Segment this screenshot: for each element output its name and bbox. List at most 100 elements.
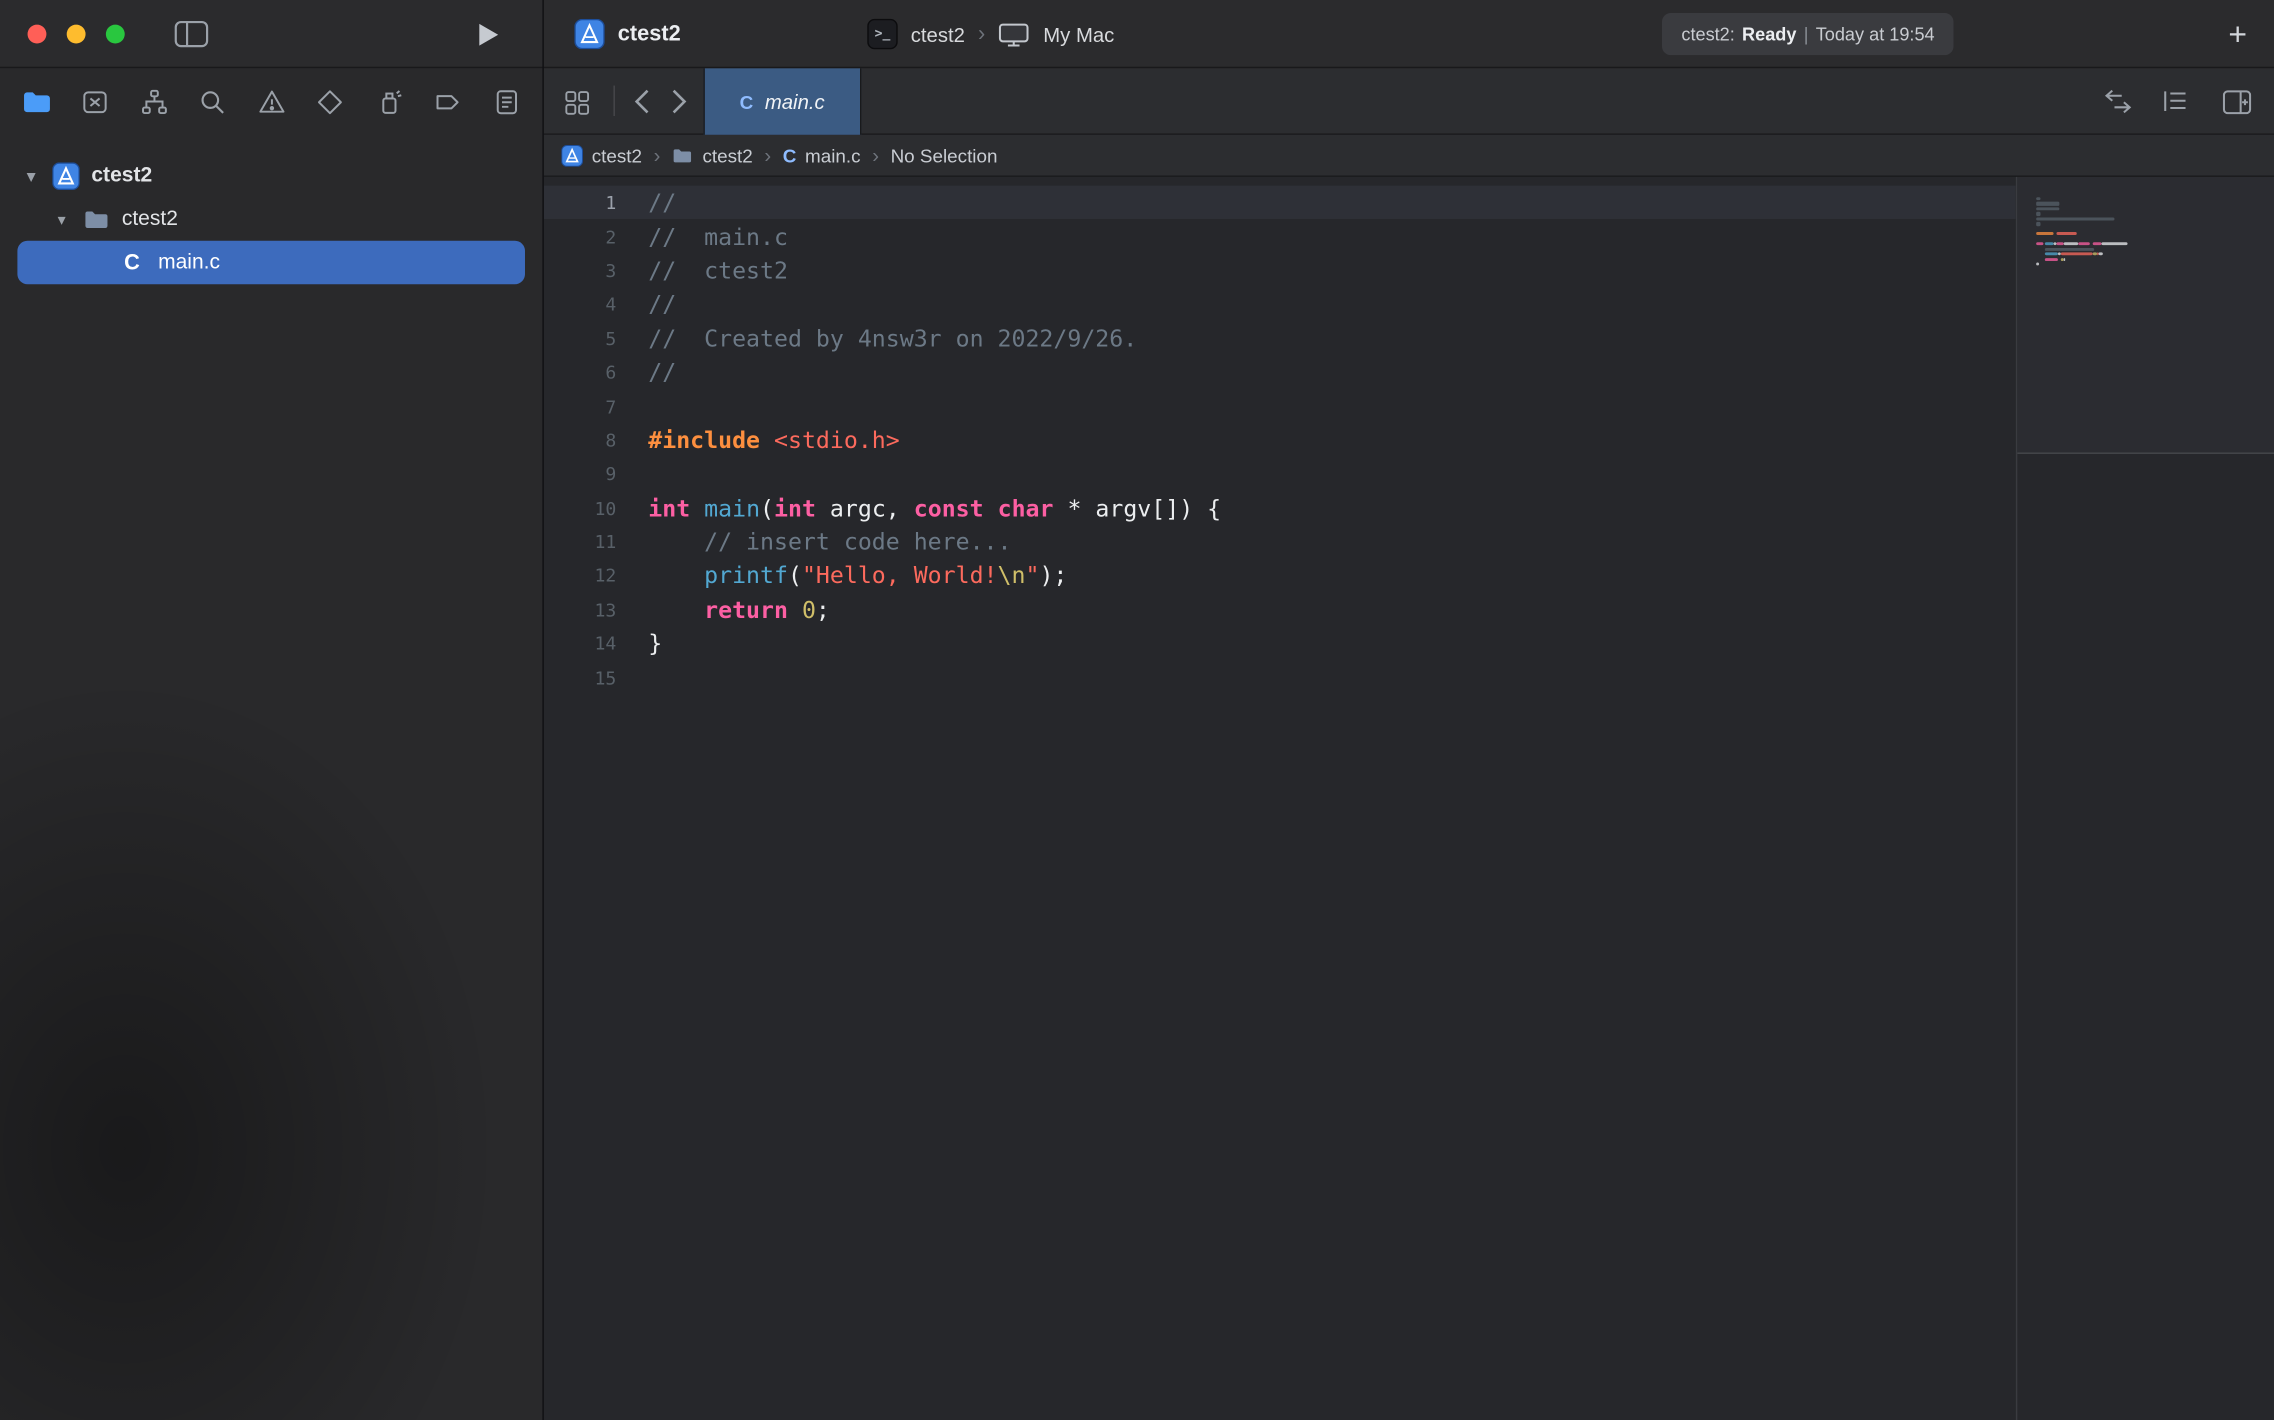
- toolbar-separator: [613, 86, 614, 116]
- play-icon: [477, 21, 500, 47]
- tree-item-label: ctest2: [91, 164, 152, 187]
- line-number: 7: [544, 395, 617, 417]
- breadcrumb-no-selection[interactable]: No Selection: [891, 144, 998, 166]
- minimize-button[interactable]: [67, 25, 86, 44]
- code-line[interactable]: 3 // ctest2: [544, 253, 2016, 287]
- code-line[interactable]: 5// Created by 4nsw3r on 2022/9/26.: [544, 321, 2016, 355]
- line-number: 10: [544, 497, 617, 519]
- tree-item-main.c[interactable]: Cmain.c: [17, 241, 525, 285]
- code-line[interactable]: 2// main.c: [544, 220, 2016, 254]
- minimap[interactable]: [2016, 177, 2274, 1420]
- toggle-navigator-button[interactable]: [173, 19, 211, 49]
- tree-item-label: ctest2: [122, 207, 178, 230]
- library-add-button[interactable]: +: [2220, 17, 2255, 52]
- code-line[interactable]: 6//: [544, 355, 2016, 389]
- status-separator: |: [1804, 24, 1809, 44]
- mac-icon: [998, 21, 1030, 47]
- breadcrumb-separator-icon: ›: [764, 144, 771, 167]
- project-app-icon: [561, 144, 583, 166]
- c-file-icon: C: [124, 250, 140, 275]
- line-number: 2: [544, 226, 617, 248]
- code-line[interactable]: 1//: [544, 186, 2016, 220]
- window-project-group: ctest2: [574, 0, 680, 68]
- disclosure-chevron-icon[interactable]: ▾: [54, 210, 70, 229]
- file-tree: ▾ ctest2 ▾ ctest2 Cmain.c: [0, 135, 542, 284]
- report-navigator-icon[interactable]: [489, 84, 524, 119]
- code-line[interactable]: 10int main(int argc, const char * argv[]…: [544, 491, 2016, 525]
- breadcrumb-ctest2[interactable]: ctest2: [561, 144, 642, 166]
- debug-navigator-icon[interactable]: [371, 84, 406, 119]
- chevron-right-icon: ›: [978, 22, 985, 47]
- issue-navigator-icon[interactable]: [254, 84, 289, 119]
- status-time: Today at 19:54: [1816, 24, 1935, 44]
- project-app-icon: [574, 19, 604, 49]
- code-line[interactable]: 7: [544, 389, 2016, 423]
- run-destination[interactable]: My Mac: [1043, 22, 1114, 45]
- navigator-sidebar: ▾ ctest2 ▾ ctest2 Cmain.c: [0, 68, 542, 1420]
- breadcrumb-separator-icon: ›: [872, 144, 879, 167]
- xcode-window: ctest2 >_ ctest2 › My Mac ctest2: Ready …: [0, 0, 2274, 1420]
- run-button[interactable]: [473, 19, 505, 49]
- tab-label: main.c: [765, 90, 825, 113]
- tree-item-ctest2[interactable]: ▾ ctest2: [0, 154, 542, 198]
- line-number: 3: [544, 260, 617, 282]
- add-editor-icon[interactable]: [2219, 84, 2254, 119]
- window-title: ctest2: [618, 22, 681, 47]
- zoom-button[interactable]: [106, 25, 125, 44]
- code-line[interactable]: 8#include <stdio.h>: [544, 423, 2016, 457]
- c-file-icon: C: [740, 91, 754, 113]
- project-navigator-icon[interactable]: [19, 84, 54, 119]
- disclosure-chevron-icon[interactable]: ▾: [23, 166, 39, 185]
- navigator-tab-bar: [0, 68, 542, 135]
- c-file-icon: C: [783, 144, 797, 166]
- breakpoint-navigator-icon[interactable]: [430, 84, 465, 119]
- source-control-navigator-icon[interactable]: [78, 84, 113, 119]
- find-navigator-icon[interactable]: [195, 84, 230, 119]
- breadcrumb-ctest2[interactable]: ctest2: [672, 144, 753, 166]
- code-text: // insert code here...: [648, 528, 1011, 556]
- breadcrumb-label: ctest2: [592, 144, 642, 166]
- scheme-selector[interactable]: >_ ctest2 › My Mac: [867, 0, 1114, 68]
- breadcrumb-label: main.c: [805, 144, 861, 166]
- tree-item-ctest2[interactable]: ▾ ctest2: [0, 197, 542, 241]
- source-editor[interactable]: 1//2// main.c 3 // ctest24//5// Created by…: [544, 177, 2016, 1420]
- code-line[interactable]: 15: [544, 661, 2016, 695]
- code-text: }: [648, 630, 662, 658]
- code-line[interactable]: 11 // insert code here...: [544, 525, 2016, 559]
- close-button[interactable]: [28, 25, 47, 44]
- sidebar-divider[interactable]: [542, 0, 543, 1420]
- breadcrumb-separator-icon: ›: [654, 144, 661, 167]
- code-line[interactable]: 4//: [544, 287, 2016, 321]
- code-line[interactable]: 14}: [544, 627, 2016, 661]
- editor-tab-bar: C main.c: [544, 68, 2274, 135]
- test-navigator-icon[interactable]: [313, 84, 348, 119]
- code-text: // ctest2: [648, 257, 788, 285]
- minimap-viewport: [2017, 177, 2274, 454]
- line-number: 8: [544, 429, 617, 451]
- scheme-name[interactable]: ctest2: [911, 22, 965, 45]
- related-items-icon[interactable]: [560, 86, 593, 119]
- editor-options-icon[interactable]: [2158, 84, 2193, 119]
- symbol-navigator-icon[interactable]: [136, 84, 171, 119]
- line-number: 13: [544, 599, 617, 621]
- code-line[interactable]: 12 printf("Hello, World!\n");: [544, 559, 2016, 593]
- code-line[interactable]: 13 return 0;: [544, 593, 2016, 627]
- code-text: // Created by 4nsw3r on 2022/9/26.: [648, 324, 1137, 352]
- scheme-terminal-icon: >_: [867, 19, 897, 49]
- activity-status[interactable]: ctest2: Ready | Today at 19:54: [1663, 13, 1954, 55]
- line-number: 14: [544, 633, 617, 655]
- go-back-button[interactable]: [625, 84, 658, 119]
- code-review-icon[interactable]: [2100, 84, 2135, 119]
- project-app-icon: [51, 162, 79, 190]
- code-text: return 0;: [648, 596, 830, 624]
- breadcrumb-main.c[interactable]: Cmain.c: [783, 144, 861, 166]
- go-forward-button[interactable]: [663, 84, 696, 119]
- tab-main-c[interactable]: C main.c: [703, 68, 861, 135]
- code-line[interactable]: 9: [544, 457, 2016, 491]
- line-number: 15: [544, 667, 617, 689]
- folder-icon: [672, 144, 694, 166]
- line-number: 1: [544, 192, 617, 214]
- status-project: ctest2:: [1681, 24, 1734, 44]
- folder-icon: [82, 205, 110, 233]
- breadcrumb-label: No Selection: [891, 144, 998, 166]
